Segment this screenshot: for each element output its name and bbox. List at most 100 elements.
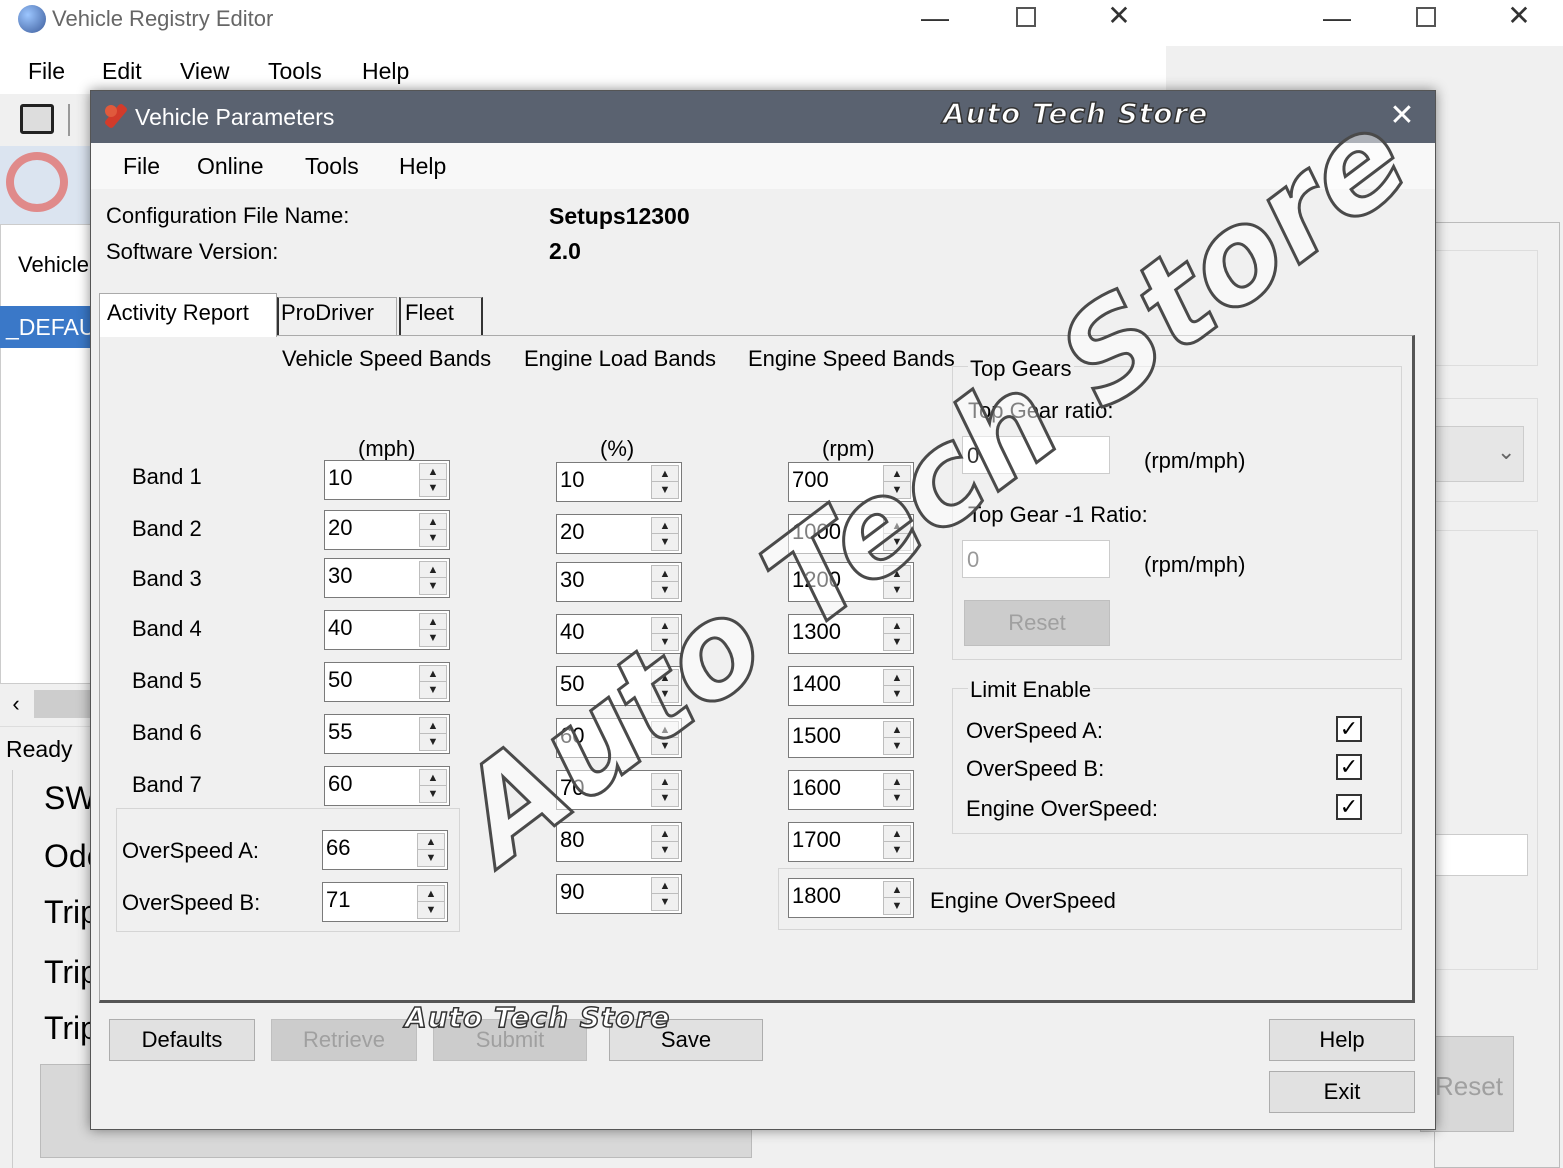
spinner-arrows[interactable]: ▲ ▼	[419, 665, 447, 699]
spinner-arrows[interactable]: ▲ ▼	[419, 513, 447, 547]
spinner-arrows[interactable]: ▲ ▼	[883, 617, 911, 651]
spin-down-icon[interactable]: ▼	[418, 850, 444, 866]
bg-menu-edit[interactable]: Edit	[102, 58, 142, 85]
bg-menu-help[interactable]: Help	[362, 58, 409, 85]
spin-down-icon[interactable]: ▼	[420, 682, 446, 698]
spin-down-icon[interactable]: ▼	[652, 534, 678, 550]
retrieve-button[interactable]: Retrieve	[271, 1019, 417, 1061]
rpm-band-7-input[interactable]: 1600 ▲ ▼	[788, 770, 914, 810]
spin-up-icon[interactable]: ▲	[652, 518, 678, 534]
spin-down-icon[interactable]: ▼	[420, 530, 446, 546]
spinner-arrows[interactable]: ▲ ▼	[651, 877, 679, 911]
spin-down-icon[interactable]: ▼	[652, 894, 678, 910]
spin-up-icon[interactable]: ▲	[652, 878, 678, 894]
spinner-arrows[interactable]: ▲ ▼	[417, 833, 445, 867]
spin-down-icon[interactable]: ▼	[884, 738, 910, 754]
spinner-arrows[interactable]: ▲ ▼	[883, 773, 911, 807]
spinner-arrows[interactable]: ▲ ▼	[417, 885, 445, 919]
spin-down-icon[interactable]: ▼	[884, 634, 910, 650]
spinner-arrows[interactable]: ▲ ▼	[651, 517, 679, 551]
outer-close-icon[interactable]: ✕	[1504, 2, 1534, 30]
speed-band-1-input[interactable]: 10 ▲ ▼	[324, 460, 450, 500]
spinner-arrows[interactable]: ▲ ▼	[419, 613, 447, 647]
spinner-arrows[interactable]: ▲ ▼	[883, 721, 911, 755]
bg-menu-file[interactable]: File	[28, 58, 65, 85]
help-button[interactable]: Help	[1269, 1019, 1415, 1061]
rpm-band-8-input[interactable]: 1700 ▲ ▼	[788, 822, 914, 862]
spin-down-icon[interactable]: ▼	[652, 842, 678, 858]
dialog-menu-tools[interactable]: Tools	[305, 153, 359, 180]
spinner-arrows[interactable]: ▲ ▼	[651, 465, 679, 499]
speed-band-4-input[interactable]: 40 ▲ ▼	[324, 610, 450, 650]
spinner-arrows[interactable]: ▲ ▼	[883, 881, 911, 915]
tab-activity-report[interactable]: Activity Report	[99, 293, 277, 337]
load-band-9-input[interactable]: 90 ▲ ▼	[556, 874, 682, 914]
spin-down-icon[interactable]: ▼	[884, 842, 910, 858]
limit-engine-overspeed-checkbox[interactable]: ✓	[1336, 794, 1362, 820]
top-gears-reset-button[interactable]: Reset	[964, 600, 1110, 646]
spin-up-icon[interactable]: ▲	[652, 826, 678, 842]
dialog-menu-file[interactable]: File	[123, 153, 160, 180]
bg-menu-tools[interactable]: Tools	[268, 58, 322, 85]
spin-down-icon[interactable]: ▼	[884, 898, 910, 914]
spin-down-icon[interactable]: ▼	[652, 790, 678, 806]
spin-down-icon[interactable]: ▼	[420, 734, 446, 750]
spin-up-icon[interactable]: ▲	[418, 834, 444, 850]
spin-down-icon[interactable]: ▼	[884, 790, 910, 806]
spinner-arrows[interactable]: ▲ ▼	[883, 669, 911, 703]
spin-up-icon[interactable]: ▲	[420, 614, 446, 630]
spinner-arrows[interactable]: ▲ ▼	[419, 717, 447, 751]
speed-band-6-input[interactable]: 55 ▲ ▼	[324, 714, 450, 754]
spin-up-icon[interactable]: ▲	[884, 826, 910, 842]
bg-vehicle-tab[interactable]: Vehicle	[18, 252, 89, 278]
horizontal-scrollbar[interactable]	[34, 690, 92, 718]
spinner-arrows[interactable]: ▲ ▼	[419, 561, 447, 595]
bg-close-icon[interactable]: ✕	[1104, 2, 1134, 30]
overspeed-a-input[interactable]: 66 ▲ ▼	[322, 830, 448, 870]
engine-overspeed-input[interactable]: 1800 ▲ ▼	[788, 878, 914, 918]
spin-down-icon[interactable]: ▼	[418, 902, 444, 918]
spin-up-icon[interactable]: ▲	[420, 718, 446, 734]
load-band-2-input[interactable]: 20 ▲ ▼	[556, 514, 682, 554]
outer-minimize-icon[interactable]: —	[1322, 4, 1352, 32]
defaults-button[interactable]: Defaults	[109, 1019, 255, 1061]
tab-fleet[interactable]: Fleet	[399, 297, 483, 335]
spin-up-icon[interactable]: ▲	[884, 670, 910, 686]
scroll-left-icon[interactable]: ‹	[2, 690, 30, 718]
print-icon[interactable]	[20, 104, 54, 134]
bg-selected-row[interactable]: _DEFAU	[0, 306, 95, 348]
spin-up-icon[interactable]: ▲	[420, 562, 446, 578]
outer-maximize-icon[interactable]	[1416, 7, 1436, 27]
spin-down-icon[interactable]: ▼	[884, 686, 910, 702]
dialog-menu-online[interactable]: Online	[197, 153, 263, 180]
spin-down-icon[interactable]: ▼	[420, 480, 446, 496]
limit-overspeed-b-checkbox[interactable]: ✓	[1336, 754, 1362, 780]
bg-maximize-icon[interactable]	[1016, 7, 1036, 27]
spin-up-icon[interactable]: ▲	[420, 514, 446, 530]
spinner-arrows[interactable]: ▲ ▼	[651, 825, 679, 859]
exit-button[interactable]: Exit	[1269, 1071, 1415, 1113]
spin-up-icon[interactable]: ▲	[884, 722, 910, 738]
spin-up-icon[interactable]: ▲	[652, 466, 678, 482]
bg-menu-view[interactable]: View	[180, 58, 229, 85]
spinner-arrows[interactable]: ▲ ▼	[419, 463, 447, 497]
dialog-menu-help[interactable]: Help	[399, 153, 446, 180]
spin-down-icon[interactable]: ▼	[420, 578, 446, 594]
spinner-arrows[interactable]: ▲ ▼	[883, 825, 911, 859]
top-gear-1-ratio-input[interactable]: 0	[962, 540, 1110, 578]
spin-down-icon[interactable]: ▼	[652, 482, 678, 498]
spin-up-icon[interactable]: ▲	[884, 618, 910, 634]
spin-up-icon[interactable]: ▲	[420, 666, 446, 682]
spin-up-icon[interactable]: ▲	[418, 886, 444, 902]
tab-prodriver[interactable]: ProDriver	[277, 297, 397, 335]
limit-overspeed-a-checkbox[interactable]: ✓	[1336, 716, 1362, 742]
load-band-1-input[interactable]: 10 ▲ ▼	[556, 462, 682, 502]
bg-minimize-icon[interactable]: —	[920, 4, 950, 32]
spin-up-icon[interactable]: ▲	[420, 464, 446, 480]
speed-band-3-input[interactable]: 30 ▲ ▼	[324, 558, 450, 598]
overspeed-b-input[interactable]: 71 ▲ ▼	[322, 882, 448, 922]
speed-band-2-input[interactable]: 20 ▲ ▼	[324, 510, 450, 550]
spin-up-icon[interactable]: ▲	[884, 882, 910, 898]
dialog-close-icon[interactable]: ✕	[1385, 101, 1419, 131]
spin-up-icon[interactable]: ▲	[884, 774, 910, 790]
